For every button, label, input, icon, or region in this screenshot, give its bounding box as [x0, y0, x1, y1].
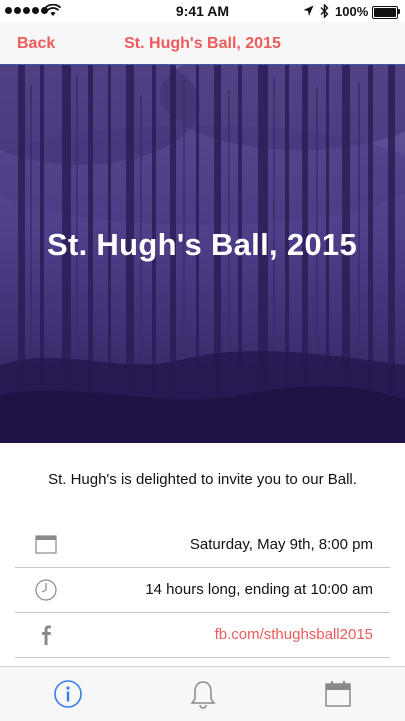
tab-calendar[interactable]	[323, 679, 353, 709]
info-icon	[54, 680, 82, 708]
clock-icon	[35, 579, 57, 601]
bell-icon	[190, 681, 216, 709]
facebook-link[interactable]: fb.com/sthughsball2015	[215, 626, 373, 643]
event-date-text: Saturday, May 9th, 8:00 pm	[189, 536, 373, 553]
battery-percentage: 100%	[335, 4, 369, 19]
facebook-link-row[interactable]: fb.com/sthughsball2015	[15, 612, 390, 658]
bluetooth-icon	[320, 4, 329, 18]
facebook-icon	[42, 625, 51, 645]
hero-image: St. Hugh's Ball, 2015	[0, 65, 405, 443]
tab-notifications[interactable]	[188, 679, 218, 709]
location-arrow-icon	[303, 5, 314, 16]
event-duration-text: 14 hours long, ending at 10:00 am	[145, 581, 373, 598]
hero-title: St. Hugh's Ball, 2015	[47, 227, 357, 262]
battery-icon	[372, 6, 398, 19]
navigation-bar: Back St. Hugh's Ball, 2015	[0, 22, 405, 65]
status-bar: 9:41 AM 100%	[0, 0, 405, 22]
calendar-icon	[325, 681, 351, 707]
calendar-icon	[35, 535, 57, 554]
event-duration-row: 14 hours long, ending at 10:00 am	[15, 567, 390, 613]
nav-title: St. Hugh's Ball, 2015	[124, 35, 281, 52]
event-date-row: Saturday, May 9th, 8:00 pm	[15, 522, 390, 568]
tab-info[interactable]	[53, 679, 83, 709]
invite-text: St. Hugh's is delighted to invite you to…	[48, 471, 357, 488]
tab-bar	[0, 666, 405, 721]
